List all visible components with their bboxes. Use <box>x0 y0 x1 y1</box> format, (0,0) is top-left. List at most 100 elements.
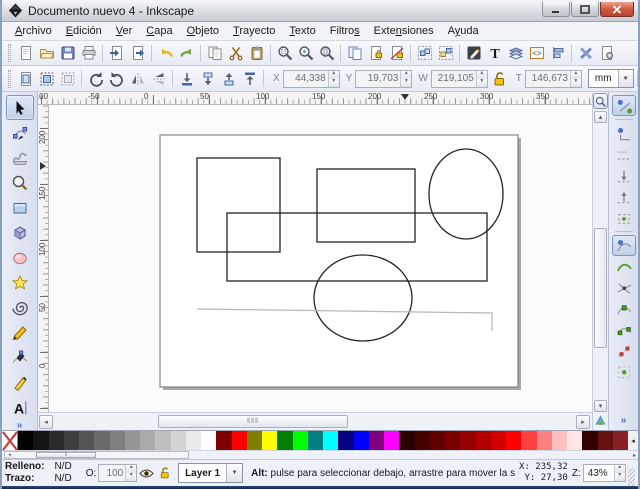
minimize-button[interactable] <box>542 2 570 17</box>
tool-pencil[interactable] <box>6 320 34 345</box>
swatch-661111[interactable] <box>598 431 613 450</box>
tool-zoom[interactable] <box>6 170 34 195</box>
swatch-000000[interactable] <box>18 431 33 450</box>
tool-box-3d[interactable] <box>6 220 34 245</box>
snap-cusp-nodes-button[interactable] <box>612 298 636 319</box>
fill-stroke-dialog-button[interactable] <box>463 43 484 64</box>
import-button[interactable] <box>106 43 127 64</box>
layer-visibility-icon[interactable] <box>138 464 154 482</box>
toolbar-grip[interactable] <box>8 44 11 62</box>
snap-bbox-edges-button[interactable] <box>612 144 636 165</box>
spinner[interactable]: ▲▼ <box>400 71 411 87</box>
horizontal-scroll-thumb[interactable]: ⦀⦀⦀ <box>158 415 348 428</box>
swatch-b00000[interactable] <box>476 431 491 450</box>
swatch-ffff00[interactable] <box>262 431 277 450</box>
menu-capa[interactable]: Capa <box>139 23 179 39</box>
swatch-151515[interactable] <box>33 431 48 450</box>
swatch-800000[interactable] <box>216 431 231 450</box>
snap-midpoints-button[interactable] <box>612 340 636 361</box>
xml-editor-button[interactable]: <> <box>526 43 547 64</box>
menu-ver[interactable]: Ver <box>109 23 140 39</box>
ungroup-objects-button[interactable] <box>435 43 456 64</box>
swatch-00ffff[interactable] <box>323 431 338 450</box>
swatch-aaaaaa[interactable] <box>140 431 155 450</box>
export-button[interactable] <box>127 43 148 64</box>
tool-selector[interactable] <box>6 95 34 120</box>
canvas-viewport[interactable] <box>49 105 592 412</box>
close-button[interactable] <box>600 2 634 17</box>
zoom-spinner[interactable]: ▲▼ <box>614 465 625 481</box>
select-all-layers-button[interactable] <box>36 68 57 89</box>
undo-button[interactable] <box>155 43 176 64</box>
tool-rectangle[interactable] <box>6 195 34 220</box>
palette-scrollbar[interactable]: ◂ ⦀ <box>4 451 189 459</box>
fill-value[interactable]: N/D <box>54 461 71 473</box>
swatch-ffbfbf[interactable] <box>552 431 567 450</box>
lower-to-bottom-button[interactable] <box>176 68 197 89</box>
opacity-spinner[interactable]: ▲▼ <box>125 465 136 481</box>
align-dialog-button[interactable] <box>547 43 568 64</box>
menu-objeto[interactable]: Objeto <box>180 23 226 39</box>
snap-nodes-button[interactable] <box>612 235 636 256</box>
deselect-button[interactable] <box>57 68 78 89</box>
tool-text[interactable]: A <box>6 395 34 420</box>
swatch-ff4040[interactable] <box>521 431 536 450</box>
swatch-7a0000[interactable] <box>445 431 460 450</box>
snap-intersections-button[interactable] <box>612 277 636 298</box>
horizontal-ruler[interactable]: -100-50050100150200250300350 <box>38 92 592 105</box>
snap-bbox-button[interactable] <box>612 123 636 144</box>
zoom-page-button[interactable] <box>316 43 337 64</box>
swatch-ff00ff[interactable] <box>384 431 399 450</box>
opacity-field[interactable]: ▲▼ <box>98 464 137 482</box>
rotate-ccw-button[interactable] <box>85 68 106 89</box>
swatch-none[interactable] <box>2 431 18 450</box>
swatch-008000[interactable] <box>277 431 292 450</box>
palette-scroll-left-arrow[interactable]: ◂ <box>5 452 14 458</box>
swatch-959595[interactable] <box>125 431 140 450</box>
drawing-canvas[interactable] <box>49 105 592 412</box>
layers-dialog-button[interactable] <box>505 43 526 64</box>
swatch-3f3f3f[interactable] <box>64 431 79 450</box>
zoom-field[interactable]: ▲▼ <box>583 464 626 482</box>
menu-ayuda[interactable]: Ayuda <box>441 23 486 39</box>
swatch-bfbfbf[interactable] <box>155 431 170 450</box>
swatch-ff8080[interactable] <box>537 431 552 450</box>
copy-button[interactable] <box>204 43 225 64</box>
lower-button[interactable] <box>197 68 218 89</box>
document-properties-button[interactable] <box>596 43 617 64</box>
tool-star[interactable] <box>6 270 34 295</box>
vertical-scrollbar[interactable]: ▴ ▾ <box>592 92 608 430</box>
duplicate-button[interactable] <box>344 43 365 64</box>
tool-ellipse[interactable] <box>6 245 34 270</box>
scroll-left-arrow[interactable]: ◂ <box>39 415 53 429</box>
field-t[interactable]: ▲▼ <box>525 70 582 88</box>
menu-extensiones[interactable]: Extensiones <box>367 23 441 39</box>
lock-ratio-button[interactable] <box>490 70 508 88</box>
spinner[interactable]: ▲▼ <box>476 71 487 87</box>
scroll-down-arrow[interactable]: ▾ <box>594 400 607 412</box>
field-x-input[interactable] <box>284 71 328 87</box>
save-document-button[interactable] <box>57 43 78 64</box>
menu-trayecto[interactable]: Trayecto <box>226 23 282 39</box>
sticky-zoom-button[interactable] <box>593 93 608 109</box>
swatch-330000[interactable] <box>582 431 597 450</box>
snap-paths-button[interactable] <box>612 256 636 277</box>
flip-vertical-button[interactable] <box>148 68 169 89</box>
tool-pen[interactable] <box>6 345 34 370</box>
swatch-950000[interactable] <box>460 431 475 450</box>
new-document-button[interactable] <box>15 43 36 64</box>
swatch-ff0000[interactable] <box>232 431 247 450</box>
menu-archivo[interactable]: Archivo <box>8 23 59 39</box>
tool-node-editor[interactable] <box>6 120 34 145</box>
swatch-ff0000[interactable] <box>506 431 521 450</box>
toolbar-grip[interactable] <box>8 70 11 88</box>
tool-tweak[interactable] <box>6 145 34 170</box>
unlink-clone-button[interactable] <box>386 43 407 64</box>
palette-scroll-thumb[interactable]: ⦀ <box>36 452 96 458</box>
snap-bbox-corners-button[interactable] <box>612 165 636 186</box>
tool-calligraphy[interactable] <box>6 370 34 395</box>
vertical-ruler[interactable]: 200150100500 <box>38 105 49 412</box>
swatch-6a6a6a[interactable] <box>94 431 109 450</box>
palette-next-arrow[interactable]: ◂ <box>628 431 638 450</box>
paste-button[interactable] <box>246 43 267 64</box>
